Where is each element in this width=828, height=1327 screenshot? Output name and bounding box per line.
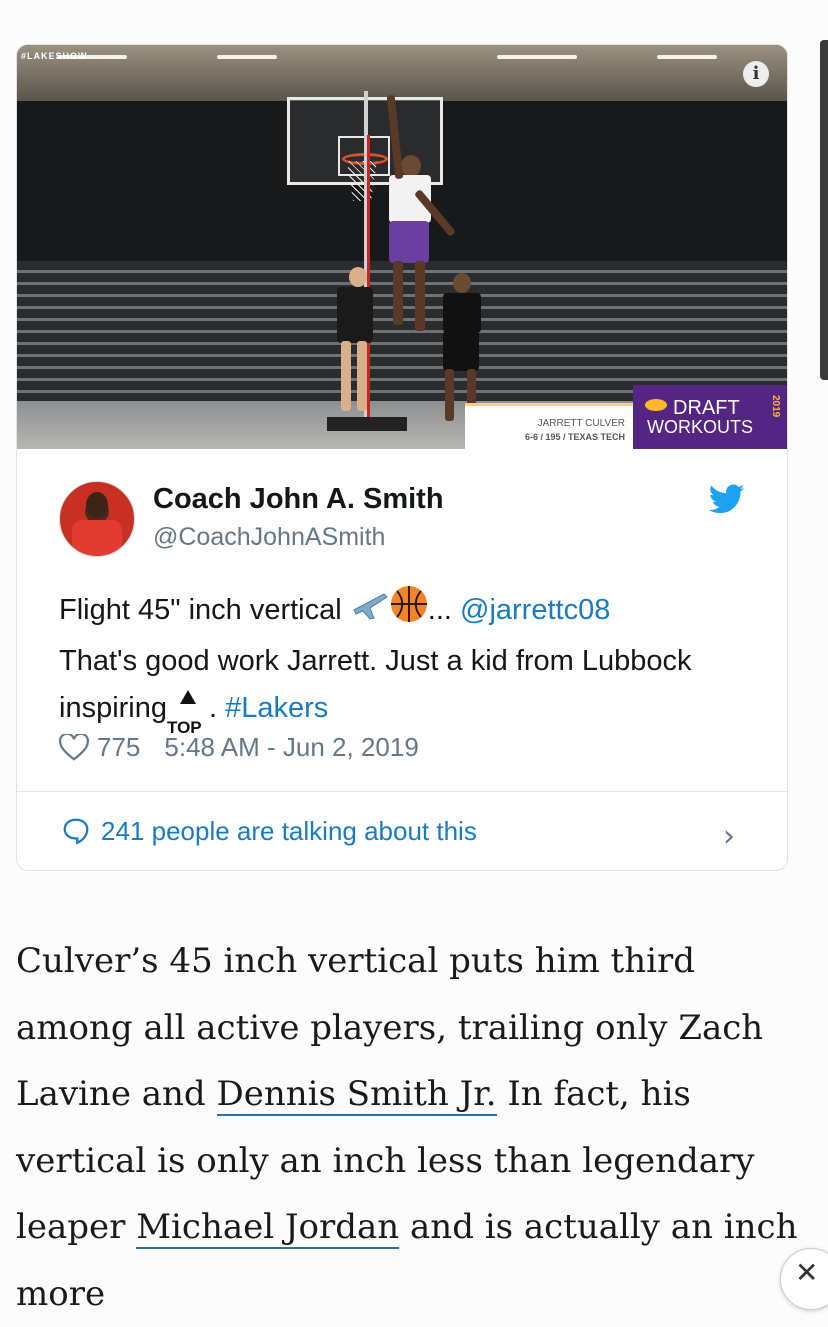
tweet-timestamp[interactable]: 5:48 AM - Jun 2, 2019 — [164, 732, 418, 763]
lakers-logo-icon — [645, 399, 667, 411]
vertec-base — [327, 417, 407, 431]
author-handle[interactable]: @CoachJohnASmith — [153, 523, 385, 552]
hashtag-link[interactable]: #Lakers — [225, 692, 328, 724]
vertec-stand — [367, 135, 370, 425]
tweet-meta: 775 5:48 AM - Jun 2, 2019 — [59, 732, 419, 763]
lakeshow-watermark: #LAKESHOW — [21, 51, 88, 61]
tweet-body: Coach John A. Smith @CoachJohnASmith Fli… — [17, 449, 787, 870]
mention-link[interactable]: @jarrettc08 — [460, 594, 610, 626]
michael-jordan-link[interactable]: Michael Jordan — [136, 1207, 400, 1249]
info-icon[interactable]: i — [743, 61, 769, 87]
embedded-tweet-card[interactable]: #LAKESHOW i JARRETT CULVER 6-6 / 195 / T… — [16, 44, 788, 871]
tweet-text: Flight 45" inch vertical ... @jarrettc08… — [59, 585, 749, 737]
basketball-emoji-icon — [390, 585, 428, 638]
conversation-link[interactable]: 241 people are talking about this — [61, 809, 751, 853]
top-arrow-emoji-icon: TOP — [167, 690, 209, 737]
conversation-label[interactable]: 241 people are talking about this — [101, 816, 477, 847]
gym-ceiling — [17, 45, 787, 101]
airplane-emoji-icon — [350, 588, 390, 635]
author-name[interactable]: Coach John A. Smith — [153, 483, 444, 516]
player-caption: JARRETT CULVER 6-6 / 195 / TEXAS TECH — [465, 403, 633, 449]
like-count[interactable]: 775 — [97, 732, 140, 763]
ceiling-light — [217, 55, 277, 59]
scrollbar[interactable] — [820, 40, 828, 380]
divider — [17, 791, 787, 792]
twitter-bird-icon[interactable] — [709, 481, 745, 517]
avatar[interactable] — [59, 481, 135, 557]
speech-bubble-icon — [63, 818, 89, 845]
chevron-right-icon[interactable]: › — [723, 819, 735, 854]
draft-workouts-badge: DRAFT WORKOUTS 2019 — [633, 385, 787, 449]
article-paragraph: Culver’s 45 inch vertical puts him third… — [16, 941, 798, 1314]
tweet-media-image[interactable]: #LAKESHOW i JARRETT CULVER 6-6 / 195 / T… — [17, 45, 787, 449]
ceiling-light — [497, 55, 577, 59]
ceiling-light — [657, 55, 717, 59]
dennis-smith-link[interactable]: Dennis Smith Jr. — [216, 1074, 497, 1116]
heart-icon[interactable] — [59, 733, 89, 762]
player-stats-caption: 6-6 / 195 / TEXAS TECH — [524, 432, 625, 442]
player-name-caption: JARRETT CULVER — [537, 418, 625, 429]
